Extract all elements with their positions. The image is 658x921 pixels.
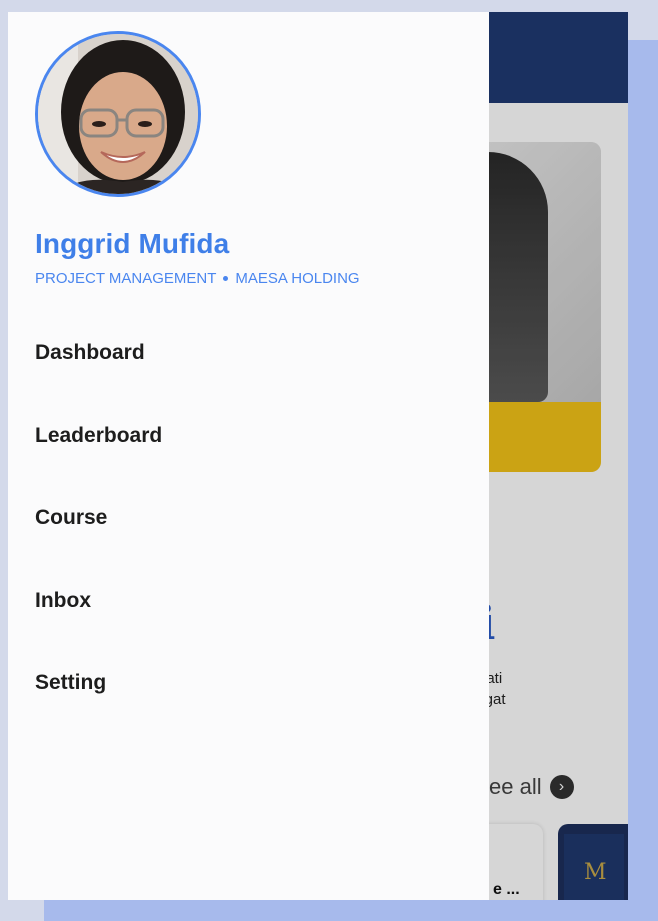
menu-item-setting[interactable]: Setting	[8, 642, 489, 725]
separator-dot	[223, 276, 229, 281]
user-name: Inggrid Mufida	[35, 228, 230, 259]
avatar-photo	[38, 34, 198, 194]
menu-item-leaderboard[interactable]: Leaderboard	[8, 395, 489, 478]
menu-item-dashboard[interactable]: Dashboard	[8, 312, 489, 395]
drawer-menu: Dashboard Leaderboard Course Inbox Setti…	[8, 312, 489, 725]
user-department: PROJECT MANAGEMENT	[35, 270, 217, 287]
menu-item-inbox[interactable]: Inbox	[8, 560, 489, 643]
user-company: MAESA HOLDING	[235, 270, 360, 287]
user-meta: PROJECT MANAGEMENT MAESA HOLDING	[35, 270, 360, 287]
menu-item-course[interactable]: Course	[8, 477, 489, 560]
navigation-drawer: Inggrid Mufida PROJECT MANAGEMENT MAESA …	[8, 12, 489, 900]
avatar[interactable]	[35, 31, 201, 197]
